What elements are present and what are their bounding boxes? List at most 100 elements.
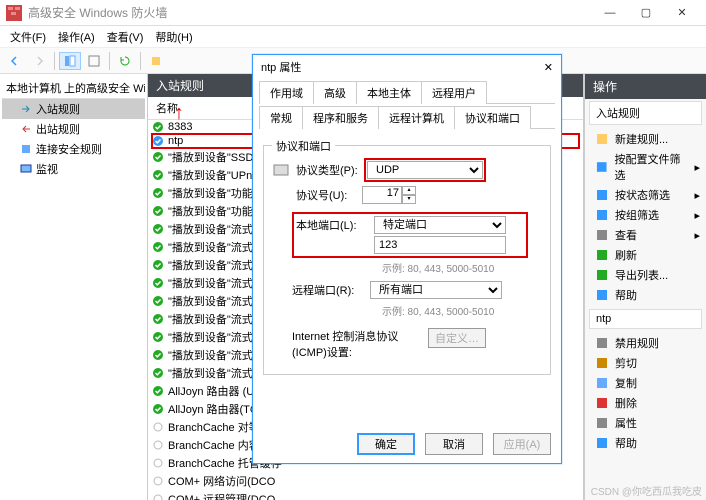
protocol-type-select[interactable]: UDP xyxy=(367,161,483,179)
help-icon xyxy=(595,436,609,450)
delete-icon xyxy=(595,396,609,410)
watermark: CSDN @你吃西瓜我吃皮 xyxy=(591,483,702,498)
tab-远程计算机[interactable]: 远程计算机 xyxy=(378,106,455,129)
chevron-right-icon: ▸ xyxy=(694,209,700,222)
action-label: 属性 xyxy=(615,415,637,431)
connection-icon xyxy=(20,143,32,155)
toolbar-icon-3[interactable] xyxy=(145,51,167,71)
firewall-icon xyxy=(6,5,22,21)
protocol-number-value: 17 xyxy=(362,186,402,204)
icmp-label: Internet 控制消息协议(ICMP)设置: xyxy=(292,328,422,360)
dialog-title: ntp 属性 xyxy=(261,59,301,75)
filter-icon xyxy=(595,188,609,202)
tab-远程用户[interactable]: 远程用户 xyxy=(421,81,487,104)
menu-bar: 文件(F) 操作(A) 查看(V) 帮助(H) xyxy=(0,26,706,48)
remote-port-label: 远程端口(R): xyxy=(292,282,364,298)
tree-item-inbound[interactable]: 入站规则 xyxy=(2,99,145,119)
cancel-button[interactable]: 取消 xyxy=(425,433,483,455)
help-icon xyxy=(595,288,609,302)
action-label: 剪切 xyxy=(615,355,637,371)
back-button[interactable] xyxy=(4,51,26,71)
example-text-2: 示例: 80, 443, 5000-5010 xyxy=(272,303,542,318)
action-props[interactable]: 属性 xyxy=(585,413,706,433)
apply-button[interactable]: 应用(A) xyxy=(493,433,551,455)
cut-icon xyxy=(595,356,609,370)
actions-section-inbound: 入站规则 xyxy=(589,101,702,125)
action-disable[interactable]: 禁用规则 xyxy=(585,333,706,353)
refresh-button[interactable] xyxy=(114,51,136,71)
tab-常规[interactable]: 常规 xyxy=(259,106,303,129)
remote-port-select[interactable]: 所有端口 xyxy=(370,281,502,299)
action-cut[interactable]: 剪切 xyxy=(585,353,706,373)
action-label: 复制 xyxy=(615,375,637,391)
forward-button[interactable] xyxy=(28,51,50,71)
rule-row[interactable]: COM+ 网络访问(DCO xyxy=(152,472,579,490)
action-export[interactable]: 导出列表... xyxy=(585,265,706,285)
menu-view[interactable]: 查看(V) xyxy=(101,29,150,45)
tree-label: 连接安全规则 xyxy=(36,141,102,157)
inbound-icon xyxy=(20,103,32,115)
disable-icon xyxy=(595,336,609,350)
action-view[interactable]: 查看▸ xyxy=(585,225,706,245)
actions-section-ntp: ntp xyxy=(589,309,702,329)
rule-row[interactable]: COM+ 远程管理(DCO xyxy=(152,490,579,500)
protocol-number-spinner[interactable]: 17 ▴▾ xyxy=(362,186,416,204)
action-label: 删除 xyxy=(615,395,637,411)
local-port-input[interactable] xyxy=(374,236,506,254)
tab-本地主体[interactable]: 本地主体 xyxy=(356,81,422,104)
spin-up[interactable]: ▴ xyxy=(402,186,416,195)
action-help[interactable]: 帮助 xyxy=(585,433,706,453)
action-new[interactable]: 新建规则... xyxy=(585,129,706,149)
export-icon xyxy=(595,268,609,282)
protocol-icon xyxy=(272,163,290,177)
action-filter[interactable]: 按组筛选 ▸ xyxy=(585,205,706,225)
tree-label: 出站规则 xyxy=(36,121,80,137)
dialog-close-button[interactable]: ✕ xyxy=(544,61,553,74)
tab-程序和服务[interactable]: 程序和服务 xyxy=(302,106,379,129)
actions-pane: 操作 入站规则 新建规则...按配置文件筛选▸按状态筛选▸按组筛选▸查看▸刷新导… xyxy=(584,74,706,500)
chevron-right-icon: ▸ xyxy=(694,229,700,242)
action-label: 按配置文件筛选 xyxy=(614,151,688,183)
view-icon xyxy=(595,228,609,242)
protocol-type-label: 协议类型(P): xyxy=(296,162,358,178)
example-text-1: 示例: 80, 443, 5000-5010 xyxy=(272,260,542,275)
action-filter[interactable]: 按配置文件筛选▸ xyxy=(585,149,706,185)
action-delete[interactable]: 删除 xyxy=(585,393,706,413)
action-filter[interactable]: 按状态筛选▸ xyxy=(585,185,706,205)
tree-item-connection[interactable]: 连接安全规则 xyxy=(2,139,145,159)
action-label: 帮助 xyxy=(615,287,637,303)
menu-help[interactable]: 帮助(H) xyxy=(149,29,198,45)
close-button[interactable]: ✕ xyxy=(664,2,700,24)
new-icon xyxy=(595,132,609,146)
protocol-number-label: 协议号(U): xyxy=(272,187,356,203)
filter-icon xyxy=(595,208,609,222)
tab-协议和端口[interactable]: 协议和端口 xyxy=(454,106,531,129)
action-label: 导出列表... xyxy=(615,267,668,283)
tree-pane: 本地计算机 上的高级安全 Win 入站规则 出站规则 连接安全规则 监视 xyxy=(0,74,148,500)
filter-icon xyxy=(595,160,608,174)
action-help[interactable]: 帮助 xyxy=(585,285,706,305)
window-title: 高级安全 Windows 防火墙 xyxy=(28,4,592,21)
menu-file[interactable]: 文件(F) xyxy=(4,29,52,45)
toolbar-icon-1[interactable] xyxy=(59,52,81,70)
action-refresh[interactable]: 刷新 xyxy=(585,245,706,265)
tree-label: 入站规则 xyxy=(36,101,80,117)
action-label: 禁用规则 xyxy=(615,335,659,351)
tree-item-monitor[interactable]: 监视 xyxy=(2,159,145,179)
tab-高级[interactable]: 高级 xyxy=(313,81,357,104)
menu-action[interactable]: 操作(A) xyxy=(52,29,101,45)
tab-作用域[interactable]: 作用域 xyxy=(259,81,314,104)
action-copy[interactable]: 复制 xyxy=(585,373,706,393)
toolbar-icon-2[interactable] xyxy=(83,51,105,71)
props-icon xyxy=(595,416,609,430)
tree-item-outbound[interactable]: 出站规则 xyxy=(2,119,145,139)
action-label: 帮助 xyxy=(615,435,637,451)
local-port-select[interactable]: 特定端口 xyxy=(374,216,506,234)
minimize-button[interactable]: — xyxy=(592,2,628,24)
rule-name: COM+ 远程管理(DCO xyxy=(168,491,579,500)
ok-button[interactable]: 确定 xyxy=(357,433,415,455)
local-port-label: 本地端口(L): xyxy=(296,217,368,233)
maximize-button[interactable]: ▢ xyxy=(628,2,664,24)
action-label: 按组筛选 xyxy=(615,207,659,223)
spin-down[interactable]: ▾ xyxy=(402,195,416,204)
